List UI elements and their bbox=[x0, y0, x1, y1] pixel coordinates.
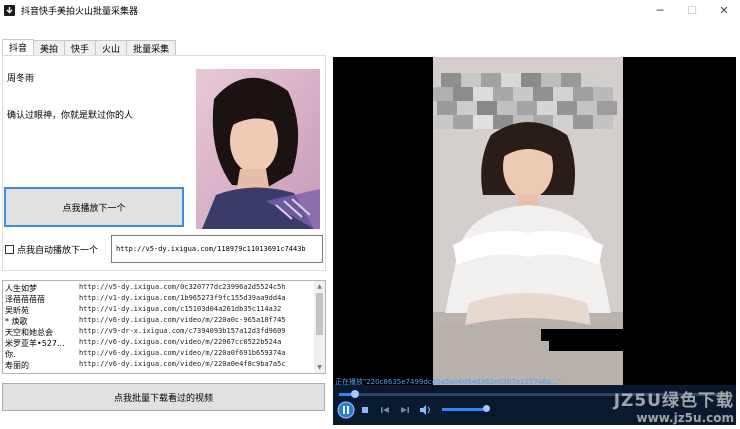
tab-batch-collect[interactable]: 批量采集 bbox=[126, 40, 177, 55]
app-download-icon bbox=[4, 4, 15, 16]
history-list[interactable]: 人生如梦 http://v5-dy.ixigua.com/0c320777dc2… bbox=[2, 280, 326, 374]
author-name: 周冬雨 bbox=[7, 74, 35, 84]
auto-play-label: 点我自动播放下一个 bbox=[17, 246, 99, 256]
volume-knob[interactable] bbox=[482, 405, 490, 412]
item-url: http://v1-dy.ixigua.com/1b965273f9fc155d… bbox=[79, 294, 286, 302]
maximize-button[interactable]: ☐ bbox=[676, 0, 708, 20]
item-url: http://v6-dy.ixigua.com/video/m/22067cc0… bbox=[79, 338, 282, 346]
history-scrollbar[interactable]: ▲ ▼ bbox=[314, 281, 325, 373]
item-url: http://v6-dy.ixigua.com/video/m/220a0c-9… bbox=[79, 316, 286, 324]
item-name: 人生如梦 bbox=[5, 284, 37, 293]
list-item[interactable]: 人生如梦 http://v5-dy.ixigua.com/0c320777dc2… bbox=[3, 283, 315, 294]
list-item[interactable]: 米罗亚羊•527... http://v6-dy.ixigua.com/vide… bbox=[3, 338, 315, 349]
video-info-panel: 周冬雨 确认过眼神，你就是默过你的人 点我播放下一个 点我自动播放下一个 htt… bbox=[2, 55, 326, 271]
minimize-button[interactable]: ─ bbox=[644, 0, 676, 20]
item-url: http://v1-dy.ixigua.com/c15103d04a261db3… bbox=[79, 305, 282, 313]
video-player[interactable] bbox=[333, 57, 736, 385]
stop-icon[interactable] bbox=[359, 404, 371, 416]
item-url: http://v9-dr-x.ixigua.com/c7394093b157a1… bbox=[79, 327, 286, 335]
pause-icon[interactable] bbox=[337, 401, 355, 419]
close-button[interactable]: ✕ bbox=[708, 0, 740, 20]
scroll-down-arrow-icon[interactable]: ▼ bbox=[314, 362, 325, 373]
window-title: 抖音快手美拍火山批量采集器 bbox=[21, 6, 139, 17]
batch-download-button[interactable]: 点我批量下载看过的视频 bbox=[2, 383, 325, 411]
volume-slider[interactable] bbox=[442, 405, 490, 412]
auto-play-checkbox[interactable] bbox=[5, 245, 14, 254]
next-icon[interactable] bbox=[399, 404, 411, 416]
item-name: 吴昕苑 bbox=[5, 306, 29, 315]
item-name: 你. bbox=[5, 350, 16, 359]
item-name: 泽蓓蓓蓓蓓 bbox=[5, 295, 45, 304]
list-item[interactable]: 泽蓓蓓蓓蓓 http://v1-dy.ixigua.com/1b965273f9… bbox=[3, 294, 315, 305]
video-frame bbox=[433, 57, 623, 385]
previous-icon[interactable] bbox=[379, 404, 391, 416]
list-item[interactable]: 你. http://v6-dy.ixigua.com/video/m/220a0… bbox=[3, 349, 315, 360]
site-watermark: JZ5U绿色下载 www.jz5u.com bbox=[614, 386, 734, 425]
volume-icon[interactable] bbox=[419, 404, 433, 416]
video-description: 确认过眼神，你就是默过你的人 bbox=[7, 111, 134, 121]
list-item[interactable]: 吴昕苑 http://v1-dy.ixigua.com/c15103d04a26… bbox=[3, 305, 315, 316]
seek-knob[interactable] bbox=[350, 390, 359, 398]
volume-level bbox=[442, 408, 486, 411]
watermark-brand: JZ5U绿色下载 bbox=[613, 391, 734, 411]
list-item[interactable]: * 焕歌 http://v6-dy.ixigua.com/video/m/220… bbox=[3, 316, 315, 327]
item-url: http://v6-dy.ixigua.com/video/m/220a0f69… bbox=[79, 349, 286, 357]
tab-douyin[interactable]: 抖音 bbox=[2, 39, 35, 55]
video-cover-thumbnail bbox=[196, 69, 320, 229]
item-name: 天空和她总会 bbox=[5, 328, 53, 337]
item-url: http://v5-dy.ixigua.com/0c320777dc23996a… bbox=[79, 283, 286, 291]
watermark-url: www.jz5u.com bbox=[636, 411, 734, 425]
scrollbar-thumb[interactable] bbox=[316, 293, 323, 335]
auto-play-toggle[interactable]: 点我自动播放下一个 bbox=[5, 243, 98, 256]
item-name: 米罗亚羊•527... bbox=[5, 339, 65, 348]
tab-meipai[interactable]: 美拍 bbox=[33, 40, 66, 55]
video-url-field[interactable]: http://v5-dy.ixigua.com/118979c11013691c… bbox=[111, 235, 323, 263]
scroll-up-arrow-icon[interactable]: ▲ bbox=[314, 281, 325, 292]
item-name: 寿丽的 bbox=[5, 361, 29, 370]
list-item[interactable]: 寿丽的 http://v6-dy.ixigua.com/video/m/220a… bbox=[3, 360, 315, 371]
tab-huoshan[interactable]: 火山 bbox=[95, 40, 128, 55]
platform-tabs: 抖音 美拍 快手 火山 批量采集 bbox=[2, 39, 177, 55]
list-item[interactable]: 天空和她总会 http://v9-dr-x.ixigua.com/c739409… bbox=[3, 327, 315, 338]
tab-kuaishou[interactable]: 快手 bbox=[64, 40, 97, 55]
item-url: http://v6-dy.ixigua.com/video/m/220a0e4f… bbox=[79, 360, 286, 368]
play-next-button[interactable]: 点我播放下一个 bbox=[4, 187, 184, 227]
title-bar: 抖音快手美拍火山批量采集器 ─ ☐ ✕ bbox=[0, 0, 740, 20]
item-name: * 焕歌 bbox=[5, 317, 28, 326]
